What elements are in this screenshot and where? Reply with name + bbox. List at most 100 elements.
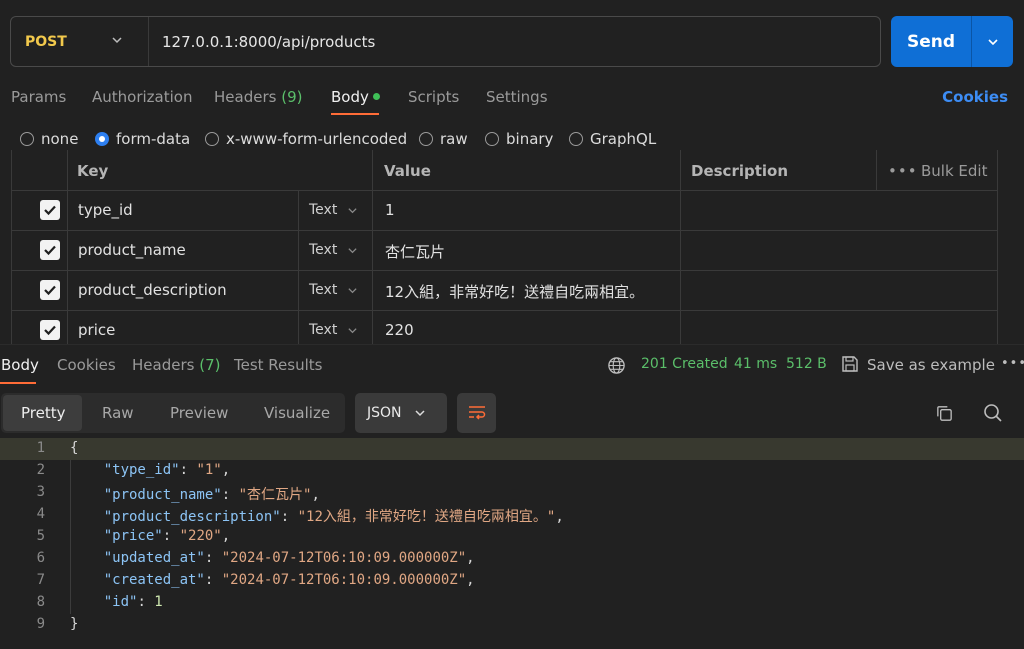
param-type-select[interactable]: Text (309, 322, 358, 338)
save-icon (842, 356, 858, 372)
indent-guide (70, 460, 71, 614)
send-button[interactable]: Send (891, 16, 972, 67)
param-key[interactable]: price (78, 321, 115, 339)
response-tab-test-results[interactable]: Test Results (234, 356, 322, 374)
json-key: "price" (103, 528, 163, 544)
response-tab-headers[interactable]: Headers (7) (132, 356, 220, 374)
search-icon[interactable] (983, 403, 1003, 423)
radio-graphql[interactable]: GraphQL (569, 130, 656, 148)
tab-headers[interactable]: Headers (9) (214, 88, 302, 106)
more-options-icon[interactable]: ••• (1001, 356, 1024, 371)
tab-authorization-label: Authorization (92, 88, 193, 106)
checkmark-icon (44, 325, 56, 336)
table-row-divider (11, 190, 998, 191)
save-as-example-button[interactable]: Save as example (867, 356, 995, 374)
radio-raw[interactable]: raw (419, 130, 468, 148)
row-checkbox[interactable] (40, 200, 60, 220)
code-line: 6 "updated_at": "2024-07-12T06:10:09.000… (0, 548, 1024, 570)
code-text: "updated_at": "2024-07-12T06:10:09.00000… (103, 550, 475, 566)
tab-scripts[interactable]: Scripts (408, 88, 459, 106)
response-time[interactable]: 41 ms (734, 356, 777, 372)
code-line: 1 { (0, 438, 1024, 460)
radio-binary[interactable]: binary (485, 130, 553, 148)
response-size[interactable]: 512 B (786, 356, 827, 372)
response-headers-count: (7) (199, 356, 221, 374)
code-text: "created_at": "2024-07-12T06:10:09.00000… (103, 572, 475, 588)
status-code[interactable]: 201 Created (641, 356, 728, 372)
tab-settings[interactable]: Settings (486, 88, 548, 106)
bulk-edit-button[interactable]: Bulk Edit (921, 162, 987, 180)
json-punct: , (311, 487, 320, 503)
row-checkbox[interactable] (40, 320, 60, 340)
tab-params[interactable]: Params (11, 88, 66, 106)
json-value: "1" (196, 462, 222, 478)
row-checkbox[interactable] (40, 240, 60, 260)
url-bar: POST 127.0.0.1:8000/api/products (10, 16, 881, 67)
globe-icon[interactable] (607, 356, 626, 375)
param-value[interactable]: 杏仁瓦片 (385, 241, 445, 262)
cookies-link[interactable]: Cookies (942, 88, 1008, 106)
line-number: 8 (36, 594, 45, 610)
url-input[interactable]: 127.0.0.1:8000/api/products (149, 33, 375, 51)
chevron-down-icon (987, 38, 998, 45)
more-options-icon[interactable]: ••• (888, 162, 918, 180)
chevron-down-icon (414, 410, 425, 417)
response-tab-cookies[interactable]: Cookies (57, 356, 116, 374)
view-visualize-button[interactable]: Visualize (264, 404, 330, 422)
json-key: "created_at" (103, 572, 205, 588)
wrap-lines-button[interactable] (457, 393, 496, 433)
param-key[interactable]: product_description (78, 281, 227, 299)
param-type-select[interactable]: Text (309, 202, 358, 218)
radio-circle (205, 132, 219, 146)
code-text: "price": "220", (103, 528, 231, 544)
radio-form-data-label: form-data (116, 130, 191, 148)
param-key[interactable]: product_name (78, 241, 186, 259)
tab-settings-label: Settings (486, 88, 548, 106)
radio-graphql-label: GraphQL (590, 130, 657, 148)
radio-circle (569, 132, 583, 146)
param-value[interactable]: 12入組，非常好吃！送禮自吃兩相宜。 (385, 281, 644, 302)
param-key[interactable]: type_id (78, 201, 133, 219)
tab-body[interactable]: Body (331, 88, 380, 106)
view-pretty-button[interactable]: Pretty (21, 404, 66, 422)
param-type-select[interactable]: Text (309, 242, 358, 258)
radio-form-data[interactable]: form-data (95, 130, 190, 148)
language-select[interactable]: JSON (355, 393, 447, 433)
view-raw-button[interactable]: Raw (102, 404, 134, 422)
response-body-editor[interactable]: 1 { 2 "type_id": "1", 3 "product_name": … (0, 438, 1024, 649)
response-tab-body[interactable]: Body (1, 356, 39, 374)
json-punct: , (466, 572, 475, 588)
code-line: 3 "product_name": "杏仁瓦片", (0, 482, 1024, 504)
chevron-down-icon (112, 37, 122, 44)
table-divider (680, 150, 681, 344)
json-key: "id" (103, 594, 138, 610)
json-punct: , (555, 509, 564, 525)
response-format-toolbar: Pretty Raw Preview Visualize JSON (0, 393, 1024, 433)
code-text: { (70, 440, 79, 456)
line-number: 9 (36, 616, 45, 632)
json-value: "220" (179, 528, 222, 544)
checkmark-icon (44, 205, 56, 216)
json-value: "2024-07-12T06:10:09.000000Z" (221, 572, 467, 588)
param-value[interactable]: 220 (385, 321, 414, 339)
radio-none-label: none (41, 130, 79, 148)
param-type-label: Text (309, 202, 338, 218)
checkmark-icon (44, 285, 56, 296)
param-type-select[interactable]: Text (309, 282, 358, 298)
send-dropdown-button[interactable] (972, 16, 1013, 67)
table-row-divider (11, 230, 998, 231)
row-checkbox[interactable] (40, 280, 60, 300)
tab-authorization[interactable]: Authorization (92, 88, 192, 106)
view-preview-button[interactable]: Preview (170, 404, 228, 422)
param-value[interactable]: 1 (385, 201, 395, 219)
code-line: 4 "product_description": "12入組，非常好吃！送禮自吃… (0, 504, 1024, 526)
line-number: 7 (36, 572, 45, 588)
line-number: 4 (36, 506, 45, 522)
radio-none[interactable]: none (20, 130, 78, 148)
view-mode-segment: Pretty Raw Preview Visualize (1, 393, 345, 433)
code-line: 8 "id": 1 (0, 592, 1024, 614)
radio-urlencoded[interactable]: x-www-form-urlencoded (205, 130, 407, 148)
copy-icon[interactable] (935, 404, 954, 423)
method-select[interactable]: POST (11, 17, 149, 66)
table-border (997, 150, 998, 344)
